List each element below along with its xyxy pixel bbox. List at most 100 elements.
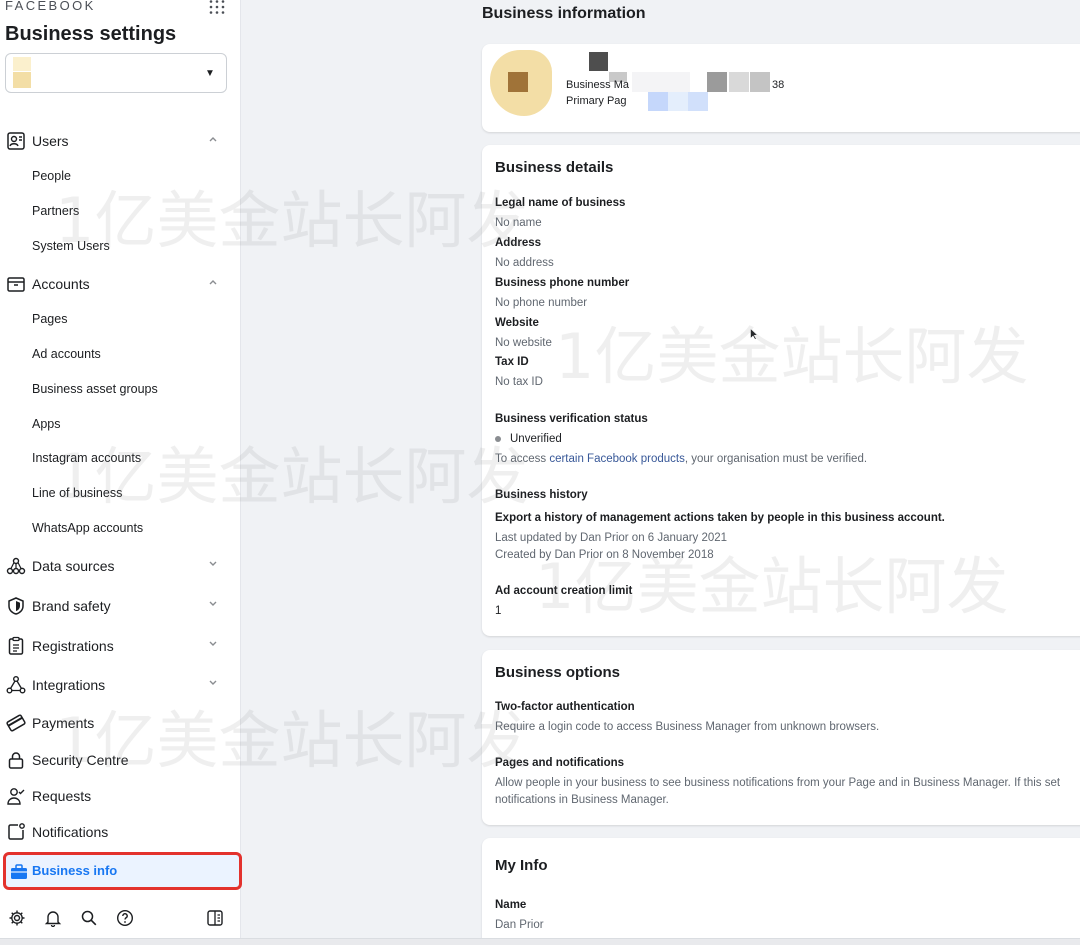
business-selector[interactable]: ▼ — [5, 53, 227, 93]
nav-data-sources-label: Data sources — [32, 558, 115, 574]
pages-notifications-desc-1: Allow people in your business to see bus… — [495, 777, 1061, 789]
verification-note: To access certain Facebook products, you… — [495, 453, 868, 465]
data-sources-icon — [6, 556, 26, 576]
pages-notifications-label[interactable]: Pages and notifications — [495, 757, 624, 769]
legal-name-value: No name — [495, 217, 542, 229]
business-history-export-link[interactable]: Export a history of management actions t… — [495, 512, 945, 524]
website-label: Website — [495, 317, 539, 329]
lock-icon — [6, 750, 26, 770]
two-factor-desc: Require a login code to access Business … — [495, 721, 880, 733]
ad-account-limit-value: 1 — [495, 605, 502, 617]
sidebar-item-people[interactable]: People — [32, 164, 232, 188]
integrations-icon — [6, 675, 26, 695]
nav-users-label: Users — [32, 133, 69, 149]
phone-label: Business phone number — [495, 277, 630, 289]
address-label: Address — [495, 237, 542, 249]
my-info-heading: My Info — [495, 857, 548, 874]
nav-business-info[interactable]: Business info — [3, 852, 242, 890]
nav-payments[interactable]: Payments — [0, 707, 241, 739]
users-icon — [6, 131, 26, 151]
nav-notifications-label: Notifications — [32, 824, 109, 840]
name-value: Dan Prior — [495, 919, 544, 931]
sidebar-item-system-users[interactable]: System Users — [32, 234, 232, 258]
sidebar-item-business-asset-groups[interactable]: Business asset groups — [32, 377, 232, 401]
verification-status: Unverified — [495, 433, 562, 445]
nav-security-centre[interactable]: Security Centre — [0, 744, 241, 776]
redaction-block — [632, 72, 690, 92]
shield-icon — [6, 596, 26, 616]
status-dot-icon — [495, 436, 501, 442]
chevron-down-icon — [207, 558, 219, 570]
nav-users[interactable]: Users — [0, 125, 241, 157]
sidebar-item-line-of-business[interactable]: Line of business — [32, 481, 232, 505]
nav-registrations[interactable]: Registrations — [0, 630, 241, 662]
search-icon[interactable] — [79, 908, 99, 928]
business-options-heading: Business options — [495, 664, 621, 681]
nav-registrations-label: Registrations — [32, 638, 114, 654]
sidebar-item-ad-accounts[interactable]: Ad accounts — [32, 342, 232, 366]
nav-accounts[interactable]: Accounts — [0, 268, 241, 300]
nav-security-centre-label: Security Centre — [32, 752, 129, 768]
redaction-block — [589, 52, 608, 71]
page-title: Business settings — [5, 23, 177, 45]
nav-requests-label: Requests — [32, 788, 92, 804]
card-icon — [6, 713, 26, 733]
redaction-block — [729, 72, 749, 92]
sidebar: FACEBOOK Business settings ▼ Users Peopl… — [0, 0, 242, 945]
caret-down-icon: ▼ — [205, 68, 215, 79]
name-label: Name — [495, 899, 527, 911]
mouse-cursor-icon — [750, 328, 758, 340]
clipboard-icon — [6, 636, 26, 656]
apps-grid-icon[interactable] — [209, 0, 225, 14]
profile-line-2: Primary Pag — [566, 95, 627, 107]
gear-icon[interactable] — [7, 908, 27, 928]
nav-data-sources[interactable]: Data sources — [0, 550, 241, 582]
sidebar-item-instagram-accounts[interactable]: Instagram accounts — [32, 446, 232, 470]
business-avatar-mark — [508, 72, 528, 92]
business-logo — [13, 57, 31, 71]
nav-payments-label: Payments — [32, 715, 95, 731]
business-details-heading: Business details — [495, 159, 614, 176]
bell-icon[interactable] — [43, 908, 63, 928]
chevron-down-icon — [207, 677, 219, 689]
redaction-block — [750, 72, 770, 92]
nav-requests[interactable]: Requests — [0, 780, 241, 812]
nav-notifications[interactable]: Notifications — [0, 816, 241, 848]
two-factor-label[interactable]: Two-factor authentication — [495, 701, 635, 713]
website-value: No website — [495, 337, 552, 349]
ad-account-limit-label: Ad account creation limit — [495, 585, 633, 597]
my-info-card: My Info Name Dan Prior — [482, 838, 1080, 945]
phone-value: No phone number — [495, 297, 588, 309]
sidebar-item-whatsapp-accounts[interactable]: WhatsApp accounts — [32, 516, 232, 540]
nav-brand-safety-label: Brand safety — [32, 598, 111, 614]
business-history-label: Business history — [495, 489, 588, 501]
sidebar-item-apps[interactable]: Apps — [32, 412, 232, 436]
help-icon[interactable] — [115, 908, 135, 928]
nav-business-info-label: Business info — [32, 863, 118, 878]
nav-integrations[interactable]: Integrations — [0, 669, 241, 701]
nav-accounts-label: Accounts — [32, 276, 90, 292]
sidebar-item-pages[interactable]: Pages — [32, 307, 232, 331]
main-title: Business information — [482, 5, 646, 22]
nav-brand-safety[interactable]: Brand safety — [0, 590, 241, 622]
tax-id-label: Tax ID — [495, 356, 529, 368]
redaction-block — [668, 92, 688, 111]
tax-id-value: No tax ID — [495, 376, 543, 388]
business-details-card: Business details Legal name of business … — [482, 145, 1080, 636]
facebook-brand: FACEBOOK — [5, 0, 96, 13]
briefcase-icon — [10, 864, 28, 880]
business-options-card: Business options Two-factor authenticati… — [482, 650, 1080, 825]
sidebar-item-partners[interactable]: Partners — [32, 199, 232, 223]
nav-integrations-label: Integrations — [32, 677, 106, 693]
chevron-up-icon — [207, 276, 219, 288]
verification-status-value: Unverified — [510, 433, 562, 445]
facebook-products-link[interactable]: certain Facebook products — [549, 453, 685, 465]
business-profile-card: Business Ma 38 Primary Pag — [482, 44, 1080, 132]
redaction-block — [648, 92, 668, 111]
panel-toggle-icon[interactable] — [205, 908, 225, 928]
person-check-icon — [6, 786, 26, 806]
legal-name-label: Legal name of business — [495, 197, 626, 209]
history-last-updated: Last updated by Dan Prior on 6 January 2… — [495, 532, 728, 544]
history-created: Created by Dan Prior on 8 November 2018 — [495, 549, 714, 561]
chevron-up-icon — [207, 133, 219, 145]
